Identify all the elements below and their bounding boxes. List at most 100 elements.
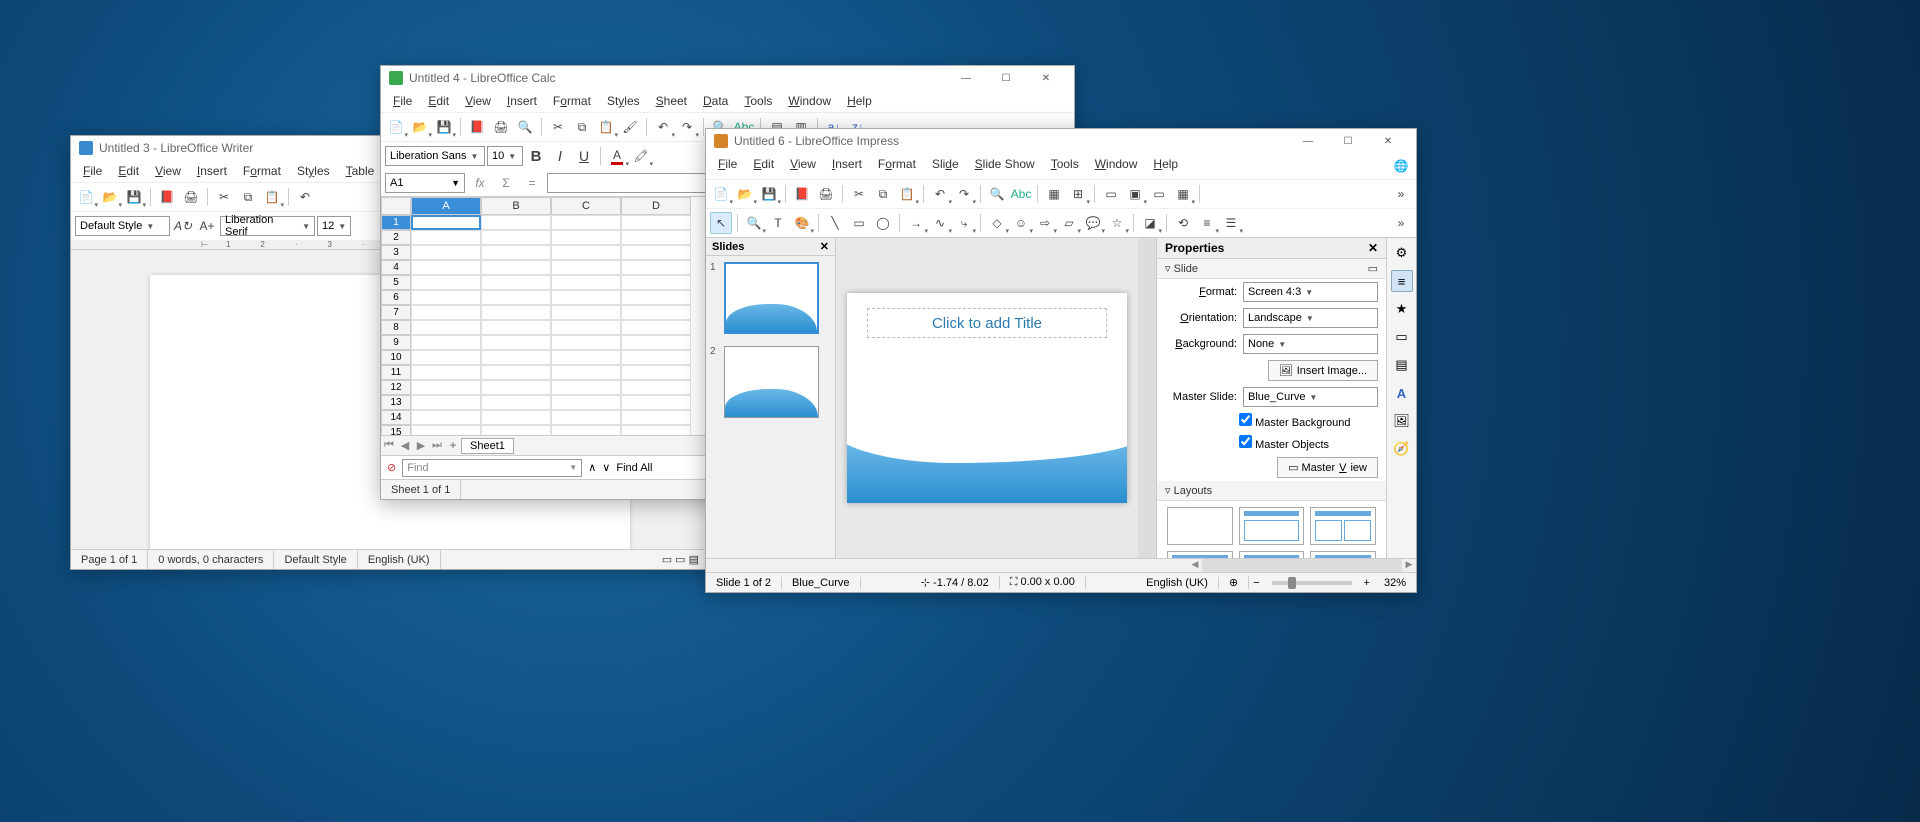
grid-button[interactable]: ▦ (1043, 183, 1065, 205)
status-words[interactable]: 0 words, 0 characters (148, 550, 274, 569)
align-tool[interactable]: ≡ (1196, 212, 1218, 234)
maximize-button[interactable]: ☐ (986, 66, 1026, 90)
print-button[interactable]: 🖨 (815, 183, 837, 205)
insert-table-button[interactable]: ▦ (1172, 183, 1194, 205)
layout-title-content[interactable] (1239, 507, 1305, 545)
layout-title-only[interactable] (1167, 551, 1233, 558)
redo-button[interactable]: ↷ (953, 183, 975, 205)
callout-tool[interactable]: 💬 (1082, 212, 1104, 234)
cell[interactable] (481, 410, 551, 425)
font-name-combo[interactable]: Liberation Sans▼ (385, 146, 485, 166)
status-view-icons[interactable]: ▭ ▭ ▤ (652, 550, 709, 569)
sidebar-animation-icon[interactable]: ▭ (1391, 326, 1413, 348)
flowchart-tool[interactable]: ▱ (1058, 212, 1080, 234)
cell[interactable] (621, 410, 691, 425)
cell[interactable] (481, 230, 551, 245)
row-header-11[interactable]: 11 (381, 365, 411, 380)
menu-edit[interactable]: Edit (110, 162, 147, 180)
font-name-combo[interactable]: Liberation Serif▼ (220, 216, 315, 236)
layout-title-2content[interactable] (1310, 507, 1376, 545)
save-button[interactable]: 💾 (758, 183, 780, 205)
italic-button[interactable]: I (549, 145, 571, 167)
print-button[interactable]: 🖨 (180, 186, 202, 208)
menu-file[interactable]: File (385, 92, 420, 110)
row-header-12[interactable]: 12 (381, 380, 411, 395)
master-bg-checkbox[interactable]: Master Background (1239, 413, 1350, 429)
row-header-5[interactable]: 5 (381, 275, 411, 290)
new-doc-button[interactable]: 📄 (75, 186, 97, 208)
cell[interactable] (551, 335, 621, 350)
row-header-13[interactable]: 13 (381, 395, 411, 410)
stars-tool[interactable]: ☆ (1106, 212, 1128, 234)
arrow-tool[interactable]: → (905, 212, 927, 234)
status-sheet[interactable]: Sheet 1 of 1 (381, 480, 461, 499)
status-coords[interactable]: ⊹ -1.74 / 8.02 (911, 576, 1000, 589)
cell[interactable] (481, 395, 551, 410)
clone-formatting-button[interactable]: 🖌 (619, 116, 641, 138)
panel-splitter[interactable] (1138, 238, 1156, 558)
master-obj-checkbox[interactable]: Master Objects (1239, 435, 1329, 451)
more-button[interactable]: » (1390, 183, 1412, 205)
cell[interactable] (411, 425, 481, 435)
cell[interactable] (481, 380, 551, 395)
menu-styles[interactable]: Styles (599, 92, 648, 110)
menu-help[interactable]: Help (839, 92, 880, 110)
column-header-d[interactable]: D (621, 197, 691, 215)
update-style-icon[interactable]: A↻ (172, 215, 194, 237)
minimize-button[interactable]: — (1288, 129, 1328, 153)
layout-centered[interactable] (1239, 551, 1305, 558)
open-button[interactable]: 📂 (734, 183, 756, 205)
zoom-tool[interactable]: 🔍 (743, 212, 765, 234)
row-header-3[interactable]: 3 (381, 245, 411, 260)
row-header-14[interactable]: 14 (381, 410, 411, 425)
row-header-7[interactable]: 7 (381, 305, 411, 320)
close-find-icon[interactable]: ⊘ (387, 461, 396, 474)
menu-slide[interactable]: Slide (924, 155, 967, 177)
sidebar-navigator-icon[interactable]: 🧭 (1391, 438, 1413, 460)
insert-image-button[interactable]: 🖼 Insert Image... (1268, 360, 1378, 381)
cell[interactable] (551, 365, 621, 380)
sheet-nav-next[interactable]: ▶ (413, 439, 429, 452)
globe-icon[interactable]: 🌐 (1390, 155, 1412, 177)
minimize-button[interactable]: — (946, 66, 986, 90)
calc-titlebar[interactable]: Untitled 4 - LibreOffice Calc — ☐ ✕ (381, 66, 1074, 90)
cell[interactable] (481, 305, 551, 320)
cell[interactable] (621, 305, 691, 320)
zoom-plus[interactable]: + (1360, 577, 1374, 589)
cut-button[interactable]: ✂ (213, 186, 235, 208)
menu-tools[interactable]: Tools (736, 92, 780, 110)
cell[interactable] (551, 395, 621, 410)
print-preview-button[interactable]: 🔍 (514, 116, 536, 138)
menu-file[interactable]: File (75, 162, 110, 180)
slide-canvas[interactable]: Click to add Title (847, 293, 1127, 503)
sidebar-properties-icon[interactable]: ≡ (1391, 270, 1413, 292)
sum-button[interactable]: Σ (495, 172, 517, 194)
column-header-b[interactable]: B (481, 197, 551, 215)
menu-window[interactable]: Window (780, 92, 839, 110)
sheet-nav-prev[interactable]: ◀ (397, 439, 413, 452)
status-style[interactable]: Default Style (274, 550, 357, 569)
sidebar-settings-icon[interactable]: ⚙ (1391, 242, 1413, 264)
cell[interactable] (481, 365, 551, 380)
display-views-button[interactable]: ▭ (1100, 183, 1122, 205)
cell[interactable] (621, 230, 691, 245)
cell[interactable] (551, 275, 621, 290)
slide-section-head[interactable]: ▿ Slide▭ (1157, 259, 1386, 279)
cell[interactable] (621, 245, 691, 260)
slide-canvas-area[interactable]: Click to add Title (836, 238, 1138, 558)
slide-panel-close[interactable]: ✕ (820, 240, 829, 253)
cell[interactable] (481, 275, 551, 290)
status-master[interactable]: Blue_Curve (782, 577, 860, 589)
cell[interactable] (481, 245, 551, 260)
save-button[interactable]: 💾 (433, 116, 455, 138)
menu-window[interactable]: Window (1087, 155, 1146, 177)
row-header-8[interactable]: 8 (381, 320, 411, 335)
open-button[interactable]: 📂 (99, 186, 121, 208)
paste-button[interactable]: 📋 (896, 183, 918, 205)
rect-tool[interactable]: ▭ (848, 212, 870, 234)
column-header-a[interactable]: A (411, 197, 481, 215)
zoom-minus[interactable]: − (1249, 577, 1263, 589)
find-prev-button[interactable]: ∧ (588, 461, 596, 474)
ellipse-tool[interactable]: ◯ (872, 212, 894, 234)
cell[interactable] (411, 275, 481, 290)
